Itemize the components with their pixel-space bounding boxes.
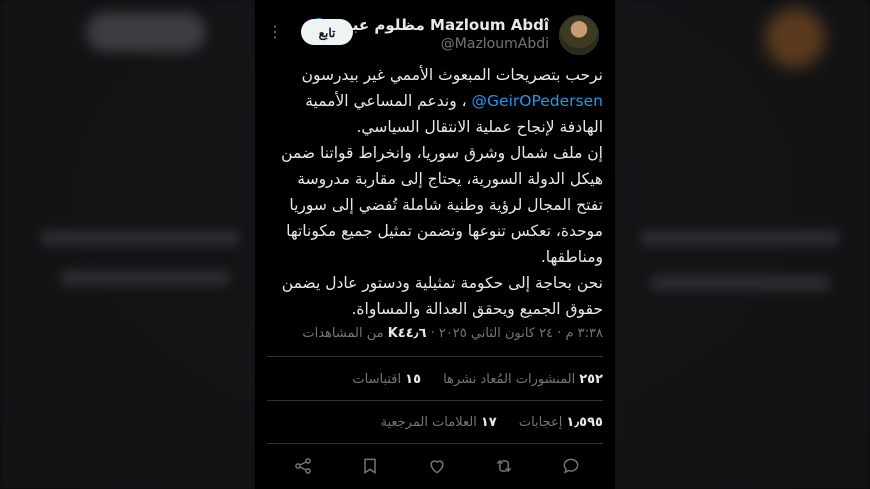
reposts-stat[interactable]: ٢٥٢المنشورات المُعاد نشرها: [443, 372, 603, 387]
stats-row-reposts: ٢٥٢المنشورات المُعاد نشرها ١٥اقتباسات: [267, 372, 603, 387]
tweet-card: Mazloum Abdî مظلوم عبدي ✓ @MazloumAbdi ت…: [255, 0, 615, 489]
tweet-line: إن ملف شمال وشرق سوريا، وانخراط قواتنا ض…: [281, 144, 603, 162]
repost-icon[interactable]: [490, 456, 514, 480]
bookmarks-count: ١٧: [480, 415, 497, 430]
quotes-count: ١٥: [405, 372, 422, 387]
divider: [267, 356, 603, 357]
author-name[interactable]: Mazloum Abdî مظلوم عبدي: [330, 16, 549, 34]
blurred-background-text: [40, 230, 240, 246]
more-options-icon[interactable]: ⋮: [267, 22, 283, 42]
tweet-line: تفتح المجال لرؤية وطنية شاملة تُفضي إلى …: [289, 196, 603, 214]
tweet-meta: ٣:٣٨ م · ٢٤ كانون الثاني ٢٠٢٥ · K٤٤٫٦ من…: [267, 326, 603, 341]
divider: [267, 443, 603, 444]
reply-icon[interactable]: [557, 456, 581, 480]
tweet-line: موحدة، تعكس تنوعها وتضمن تمثيل جميع مكون…: [286, 222, 603, 240]
views-count: K٤٤٫٦: [387, 326, 427, 341]
blurred-background-text: [640, 230, 840, 246]
blurred-background-button: [86, 12, 206, 52]
tweet-timestamp[interactable]: ٣:٣٨ م · ٢٤ كانون الثاني ٢٠٢٥ ·: [426, 326, 603, 341]
tweet-header: Mazloum Abdî مظلوم عبدي ✓ @MazloumAbdi ت…: [267, 14, 603, 58]
reposts-label: المنشورات المُعاد نشرها: [443, 372, 576, 387]
bookmark-icon[interactable]: [356, 456, 380, 480]
tweet-actions: [267, 452, 603, 484]
share-icon[interactable]: [289, 456, 313, 480]
tweet-line: ، وندعم المساعي الأممية: [305, 92, 467, 110]
tweet-body: نرحب بتصريحات المبعوث الأممي غير بيدرسون…: [267, 62, 603, 322]
quotes-stat[interactable]: ١٥اقتباسات: [352, 372, 421, 387]
bookmarks-label: العلامات المرجعية: [380, 415, 477, 430]
blurred-background-avatar: [765, 8, 825, 68]
blurred-background-text: [60, 270, 230, 286]
screenshot-stage: Mazloum Abdî مظلوم عبدي ✓ @MazloumAbdi ت…: [0, 0, 870, 489]
likes-label: إعجابات: [518, 415, 563, 430]
tweet-line: حقوق الجميع ويحقق العدالة والمساواة.: [351, 300, 603, 318]
tweet-line: ومناطقها.: [540, 248, 603, 266]
bookmarks-stat[interactable]: ١٧العلامات المرجعية: [380, 415, 496, 430]
likes-count: ١٫٥٩٥: [566, 415, 603, 430]
heart-icon[interactable]: [423, 456, 447, 480]
blurred-background-text: [650, 275, 830, 291]
tweet-line: الهادفة لإنجاح عملية الانتقال السياسي.: [356, 118, 604, 136]
mention-link[interactable]: @GeirOPedersen: [472, 92, 603, 110]
views-label: من المشاهدات: [302, 326, 388, 341]
reposts-count: ٢٥٢: [579, 372, 603, 387]
author-avatar[interactable]: [559, 15, 599, 55]
tweet-line: نحن بحاجة إلى حكومة تمثيلية ودستور عادل …: [281, 274, 603, 292]
divider: [267, 400, 603, 401]
stats-row-likes: ١٫٥٩٥إعجابات ١٧العلامات المرجعية: [267, 415, 603, 430]
tweet-line: نرحب بتصريحات المبعوث الأممي غير بيدرسون: [301, 66, 603, 84]
quotes-label: اقتباسات: [352, 372, 402, 387]
tweet-line: هيكل الدولة السورية، يحتاج إلى مقاربة مد…: [297, 170, 603, 188]
follow-button[interactable]: تابع: [301, 19, 353, 45]
likes-stat[interactable]: ١٫٥٩٥إعجابات: [519, 415, 603, 430]
tweet-line-with-mention: @GeirOPedersen ، وندعم المساعي الأممية: [267, 88, 603, 114]
